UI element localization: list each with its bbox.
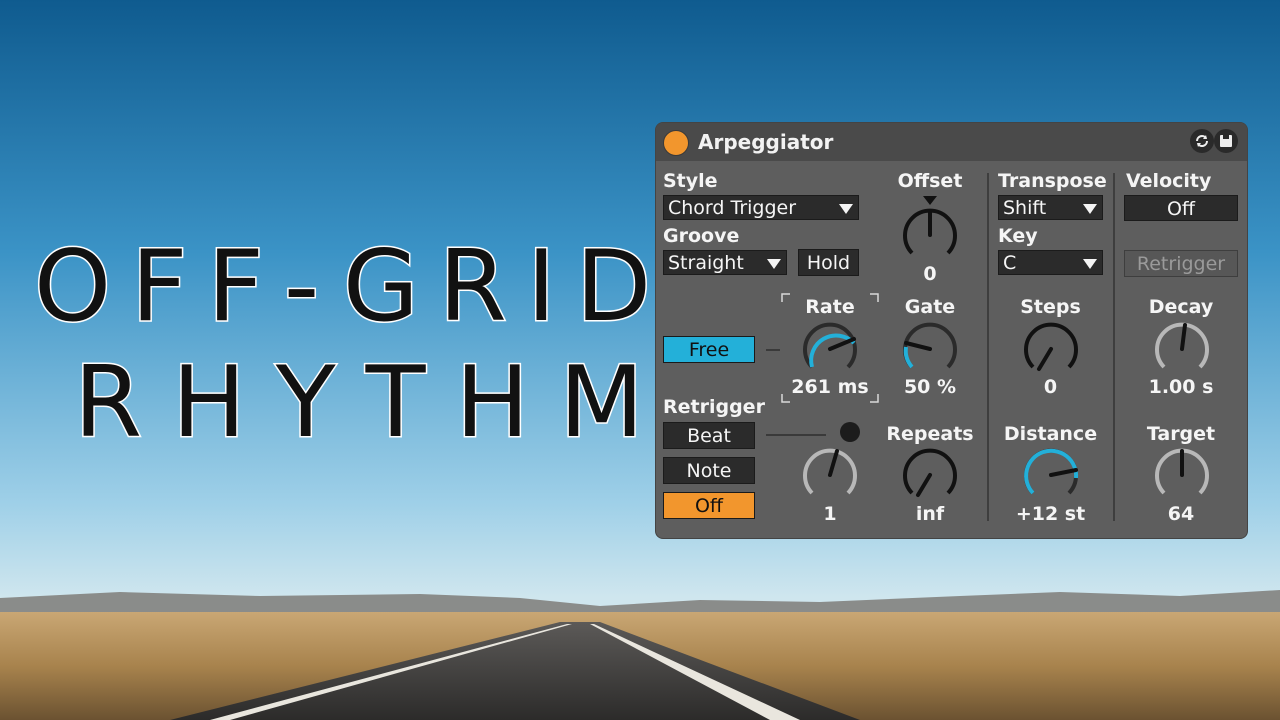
- key-label: Key: [998, 225, 1038, 247]
- rate-label: Rate: [805, 296, 855, 318]
- decay-value: 1.00 s: [1148, 376, 1214, 398]
- link-line: [766, 434, 826, 436]
- repeats-value: inf: [915, 503, 945, 525]
- retrigger-label: Retrigger: [663, 396, 765, 418]
- decay-label: Decay: [1148, 296, 1214, 318]
- hold-button[interactable]: Hold: [798, 249, 859, 276]
- offset-value: 0: [923, 263, 937, 285]
- section-divider: [987, 173, 989, 521]
- key-value: C: [1003, 252, 1017, 274]
- transpose-dropdown[interactable]: Shift: [998, 195, 1103, 220]
- target-knob[interactable]: [1150, 443, 1214, 507]
- distance-knob[interactable]: [1019, 443, 1083, 507]
- decay-knob[interactable]: [1150, 317, 1214, 381]
- retrigger-knob[interactable]: [798, 443, 862, 507]
- velocity-retrigger-button[interactable]: Retrigger: [1124, 250, 1238, 277]
- gate-value: 50 %: [903, 376, 957, 398]
- retrigger-led: [840, 422, 860, 442]
- groove-dropdown[interactable]: Straight: [663, 250, 787, 275]
- rate-sync-mode-button[interactable]: Free: [663, 336, 755, 363]
- steps-value: 0: [1043, 376, 1058, 398]
- repeats-label: Repeats: [886, 423, 974, 445]
- offset-label: Offset: [897, 170, 963, 192]
- steps-label: Steps: [1020, 296, 1081, 318]
- hot-swap-icon[interactable]: [1190, 129, 1214, 153]
- gate-knob[interactable]: [898, 317, 962, 381]
- chevron-down-icon: [1083, 259, 1097, 269]
- gate-label: Gate: [904, 296, 956, 318]
- groove-label: Groove: [663, 225, 740, 247]
- repeats-knob[interactable]: [898, 443, 962, 507]
- offset-knob[interactable]: [898, 203, 962, 267]
- retrigger-off-button[interactable]: Off: [663, 492, 755, 519]
- velocity-toggle[interactable]: Off: [1124, 195, 1238, 221]
- key-dropdown[interactable]: C: [998, 250, 1103, 275]
- link-line: [766, 349, 780, 351]
- chevron-down-icon: [767, 259, 781, 269]
- video-title-line-1: OFF-GRID: [32, 230, 672, 344]
- retrigger-knob-value: 1: [823, 503, 837, 525]
- chevron-down-icon: [839, 204, 853, 214]
- target-label: Target: [1146, 423, 1216, 445]
- save-preset-icon[interactable]: [1214, 129, 1238, 153]
- steps-knob[interactable]: [1019, 317, 1083, 381]
- rate-knob[interactable]: [798, 317, 862, 381]
- transpose-value: Shift: [1003, 197, 1047, 219]
- arpeggiator-device: Arpeggiator Style Chord Trigger Groove S…: [656, 123, 1247, 538]
- style-label: Style: [663, 170, 718, 192]
- target-value: 64: [1167, 503, 1195, 525]
- rate-value: 261 ms: [791, 376, 869, 398]
- power-toggle-icon[interactable]: [663, 130, 689, 156]
- retrigger-note-button[interactable]: Note: [663, 457, 755, 484]
- distance-label: Distance: [1003, 423, 1098, 445]
- velocity-label: Velocity: [1126, 170, 1212, 192]
- section-divider: [1113, 173, 1115, 521]
- transpose-label: Transpose: [998, 170, 1107, 192]
- groove-value: Straight: [668, 252, 744, 274]
- style-value: Chord Trigger: [668, 197, 797, 219]
- device-name: Arpeggiator: [698, 130, 834, 154]
- device-title-bar: Arpeggiator: [656, 123, 1247, 161]
- distance-value: +12 st: [1015, 503, 1086, 525]
- style-dropdown[interactable]: Chord Trigger: [663, 195, 859, 220]
- video-title-line-2: RHYTHM: [73, 346, 674, 460]
- chevron-down-icon: [1083, 204, 1097, 214]
- retrigger-beat-button[interactable]: Beat: [663, 422, 755, 449]
